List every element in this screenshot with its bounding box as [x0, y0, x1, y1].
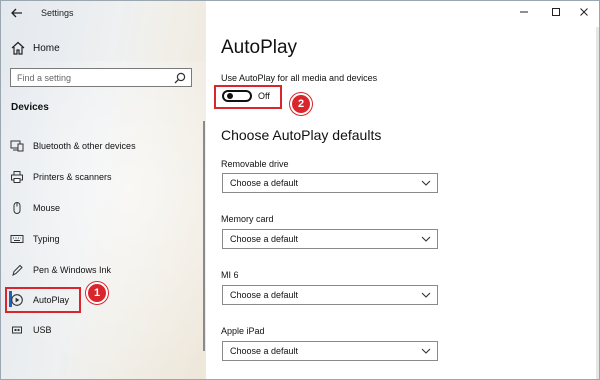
- minimize-button[interactable]: [510, 3, 538, 21]
- sidebar: Settings Home Devices Bluetooth & other …: [1, 1, 206, 379]
- sidebar-item-typing[interactable]: Typing: [1, 228, 201, 250]
- dropdown-memory-card[interactable]: Choose a default: [222, 229, 438, 249]
- label-apple-ipad: Apple iPad: [221, 326, 265, 336]
- dropdown-value: Choose a default: [230, 178, 299, 188]
- bluetooth-devices-icon: [10, 140, 24, 152]
- usb-icon: [12, 326, 22, 334]
- pen-icon: [12, 264, 23, 276]
- dropdown-value: Choose a default: [230, 290, 299, 300]
- dropdown-value: Choose a default: [230, 234, 299, 244]
- sidebar-item-label: USB: [33, 325, 52, 335]
- back-arrow-icon[interactable]: [9, 5, 25, 21]
- title-bar: Settings: [1, 1, 206, 27]
- home-icon: [11, 41, 25, 55]
- sidebar-item-label: Printers & scanners: [33, 172, 112, 182]
- search-box[interactable]: [10, 68, 192, 87]
- settings-window: Settings Home Devices Bluetooth & other …: [0, 0, 600, 380]
- search-icon[interactable]: [173, 71, 187, 85]
- sidebar-item-mouse[interactable]: Mouse: [1, 197, 201, 219]
- label-mi6: MI 6: [221, 270, 239, 280]
- sidebar-item-usb[interactable]: USB: [1, 319, 201, 341]
- home-label: Home: [33, 42, 60, 54]
- keyboard-icon: [10, 235, 24, 243]
- sidebar-item-label: Bluetooth & other devices: [33, 141, 136, 151]
- chevron-down-icon: [421, 292, 431, 298]
- close-icon: [580, 8, 588, 16]
- autoplay-toggle-label: Use AutoPlay for all media and devices: [221, 73, 378, 83]
- chevron-down-icon: [421, 180, 431, 186]
- step-badge-2: 2: [290, 93, 312, 115]
- dropdown-mi6[interactable]: Choose a default: [222, 285, 438, 305]
- maximize-button[interactable]: [542, 3, 570, 21]
- highlight-box-autoplay: [5, 287, 81, 313]
- page-title: AutoPlay: [221, 37, 298, 58]
- printer-icon: [11, 171, 23, 183]
- autoplay-toggle[interactable]: [222, 90, 252, 102]
- sidebar-item-bluetooth[interactable]: Bluetooth & other devices: [1, 135, 201, 157]
- sidebar-item-printers[interactable]: Printers & scanners: [1, 166, 201, 188]
- step-badge-1: 1: [86, 282, 108, 304]
- sidebar-item-label: Mouse: [33, 203, 61, 213]
- close-button[interactable]: [570, 3, 598, 21]
- sidebar-item-label: Pen & Windows Ink: [33, 265, 112, 275]
- toggle-knob: [227, 93, 233, 99]
- section-heading-devices: Devices: [11, 102, 49, 113]
- section-title-defaults: Choose AutoPlay defaults: [221, 127, 382, 143]
- label-removable-drive: Removable drive: [221, 159, 289, 169]
- sidebar-item-home[interactable]: Home: [9, 39, 199, 57]
- dropdown-removable-drive[interactable]: Choose a default: [222, 173, 438, 193]
- dropdown-value: Choose a default: [230, 346, 299, 356]
- mouse-icon: [13, 202, 21, 214]
- app-title: Settings: [41, 8, 74, 18]
- label-memory-card: Memory card: [221, 214, 274, 224]
- dropdown-apple-ipad[interactable]: Choose a default: [222, 341, 438, 361]
- toggle-state-text: Off: [258, 91, 270, 101]
- chevron-down-icon: [421, 348, 431, 354]
- minimize-icon: [520, 11, 528, 13]
- sidebar-item-label: Typing: [33, 234, 60, 244]
- chevron-down-icon: [421, 236, 431, 242]
- sidebar-item-pen[interactable]: Pen & Windows Ink: [1, 259, 201, 281]
- main-scrollbar[interactable]: [596, 27, 599, 379]
- search-input[interactable]: [11, 72, 173, 83]
- main-panel: AutoPlay Use AutoPlay for all media and …: [206, 1, 599, 379]
- maximize-icon: [552, 8, 560, 16]
